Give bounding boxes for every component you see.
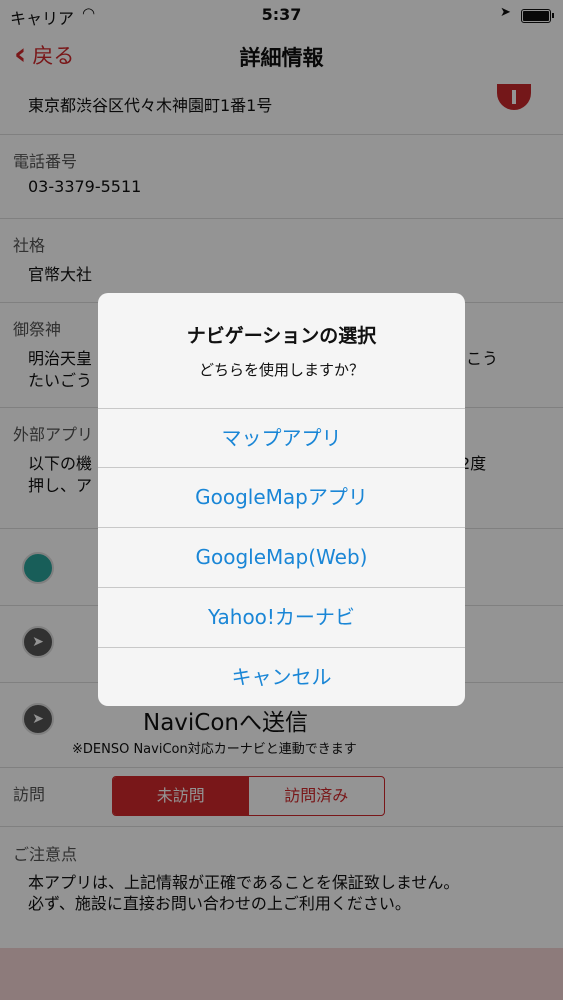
dialog-title: ナビゲーションの選択 <box>186 325 377 347</box>
cancel-button[interactable]: キャンセル <box>98 647 465 706</box>
dialog-message: どちらを使用しますか？ <box>198 361 364 379</box>
googlemap-app-button[interactable]: GoogleMapアプリ <box>98 467 465 527</box>
yahoo-carnavi-button[interactable]: Yahoo!カーナビ <box>98 587 465 647</box>
navigation-choice-dialog: ナビゲーションの選択 どちらを使用しますか？ マップアプリ GoogleMapア… <box>98 293 465 706</box>
maps-app-button[interactable]: マップアプリ <box>98 408 465 468</box>
googlemap-web-button[interactable]: GoogleMap(Web) <box>98 527 465 587</box>
